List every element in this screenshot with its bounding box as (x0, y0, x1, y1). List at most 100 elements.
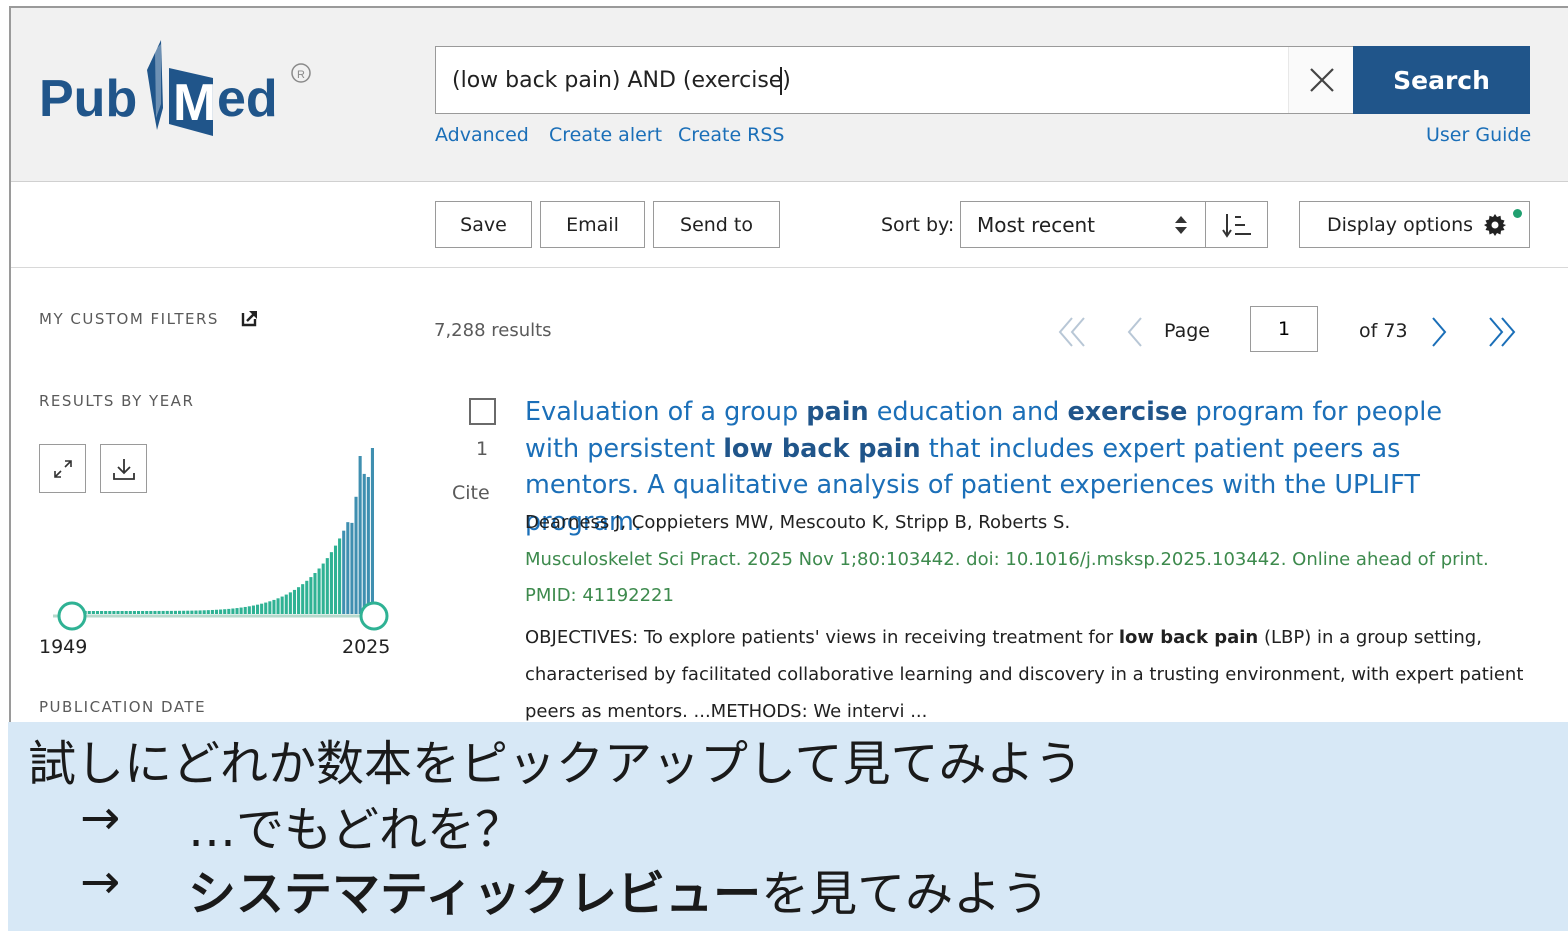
histogram-bar (227, 608, 231, 614)
text-segment: Evaluation of a group (525, 397, 807, 427)
double-chevron-left-icon (1058, 317, 1085, 347)
results-by-year-histogram[interactable] (39, 448, 409, 658)
page-number-input[interactable] (1250, 306, 1318, 352)
histogram-bar (161, 610, 165, 614)
result-snippet: OBJECTIVES: To explore patients' views i… (525, 619, 1525, 730)
last-page-button[interactable] (1481, 310, 1521, 354)
pubmed-logo[interactable]: Pub M ed R (37, 38, 317, 138)
histogram-bar (194, 610, 198, 614)
overlay-line-3-text: システマティックレビューを見てみよう (188, 854, 1049, 924)
histogram-bar (219, 609, 223, 614)
histogram-bar (317, 568, 321, 614)
histogram-bar (309, 577, 313, 614)
page-label: Page (1164, 320, 1210, 342)
histogram-bar (301, 584, 305, 614)
previous-page-button[interactable] (1115, 310, 1155, 354)
double-chevron-right-icon (1489, 317, 1516, 347)
overlay-line-1: 試しにどれか数本をピックアップして見てみよう (28, 736, 1083, 792)
results-by-year-heading: RESULTS BY YEAR (39, 392, 195, 410)
create-rss-link[interactable]: Create RSS (678, 124, 785, 146)
my-custom-filters-heading[interactable]: MY CUSTOM FILTERS (39, 310, 257, 328)
highlighted-term: low back pain (1118, 627, 1259, 648)
year-end-label: 2025 (342, 636, 391, 658)
histogram-bar (202, 610, 206, 614)
histogram-bar (255, 604, 260, 614)
close-icon (1309, 68, 1334, 92)
histogram-bar (87, 611, 91, 614)
overlay-line-2: → …でもどれを？ (80, 790, 523, 858)
histogram-bar (132, 610, 136, 614)
display-options-button[interactable]: Display options (1299, 201, 1530, 248)
histogram-bar (251, 605, 255, 614)
histogram-bar (264, 602, 268, 614)
histogram-bar (169, 610, 173, 614)
year-range-start-handle[interactable] (57, 601, 87, 631)
result-authors: Dearness J, Coppieters MW, Mescouto K, S… (525, 512, 1071, 533)
histogram-bar (321, 563, 325, 614)
chevron-left-icon (1127, 317, 1142, 347)
results-count: 7,288 results (434, 320, 552, 341)
histogram-bar (272, 599, 276, 614)
sort-descending-icon (1221, 213, 1251, 238)
histogram-bar (210, 609, 214, 614)
histogram-bar (231, 608, 235, 614)
user-guide-link[interactable]: User Guide (1426, 124, 1531, 146)
highlighted-term: low back pain (723, 433, 921, 464)
search-button[interactable]: Search (1353, 46, 1530, 114)
text-segment: education and (868, 397, 1068, 427)
histogram-bar (358, 456, 362, 614)
histogram-bar (95, 610, 100, 614)
display-options-indicator (1513, 209, 1522, 218)
year-range-end-handle[interactable] (359, 601, 389, 631)
histogram-bar (100, 610, 104, 614)
histogram-bar (305, 580, 309, 614)
histogram-bar (239, 607, 243, 614)
annotation-overlay: 試しにどれか数本をピックアップして見てみよう → …でもどれを？ → システマテ… (8, 722, 1568, 931)
histogram-bar (288, 592, 292, 614)
histogram-bar (206, 610, 210, 614)
arrow-icon: → (80, 854, 121, 910)
result-select-checkbox[interactable] (469, 398, 496, 425)
first-page-button[interactable] (1053, 310, 1093, 354)
histogram-bar (297, 587, 301, 614)
display-options-label: Display options (1327, 213, 1474, 236)
histogram-bar (370, 448, 374, 614)
arrow-icon: → (80, 790, 121, 846)
histogram-bar (276, 598, 280, 614)
histogram-bar (214, 609, 219, 614)
histogram-bar (165, 610, 169, 614)
histogram-bar (223, 609, 227, 614)
overlay-line-3: → システマティックレビューを見てみよう (80, 854, 1049, 922)
histogram-bar (313, 573, 317, 614)
histogram-bar (186, 610, 190, 614)
advanced-link[interactable]: Advanced (435, 124, 529, 146)
histogram-bar (112, 610, 116, 614)
svg-text:Pub: Pub (39, 70, 137, 128)
page-total: of 73 (1359, 320, 1408, 342)
histogram-bar (182, 610, 186, 614)
histogram-bar (91, 611, 95, 614)
result-citation: Musculoskelet Sci Pract. 2025 Nov 1;80:1… (525, 549, 1489, 570)
next-page-button[interactable] (1419, 310, 1459, 354)
clear-search-button[interactable] (1288, 47, 1354, 113)
email-button[interactable]: Email (540, 201, 645, 248)
histogram-bar (325, 558, 329, 614)
histogram-bar (153, 610, 157, 614)
save-button[interactable]: Save (435, 201, 532, 248)
histogram-bar (178, 610, 182, 614)
search-input[interactable] (452, 47, 1282, 113)
text-caret (780, 67, 782, 95)
sort-select[interactable]: Most recent (960, 201, 1206, 248)
histogram-bar (173, 610, 178, 614)
histogram-bar (104, 610, 108, 614)
sort-order-button[interactable] (1205, 201, 1268, 248)
histogram-bar (116, 610, 120, 614)
cite-button[interactable]: Cite (452, 482, 490, 504)
svg-text:R: R (297, 69, 305, 81)
send-to-button[interactable]: Send to (653, 201, 780, 248)
histogram-bar (260, 603, 264, 614)
histogram-bar (247, 606, 251, 614)
overlay-line-2-text: …でもどれを？ (188, 802, 524, 858)
external-link-icon (241, 311, 257, 327)
create-alert-link[interactable]: Create alert (549, 124, 662, 146)
